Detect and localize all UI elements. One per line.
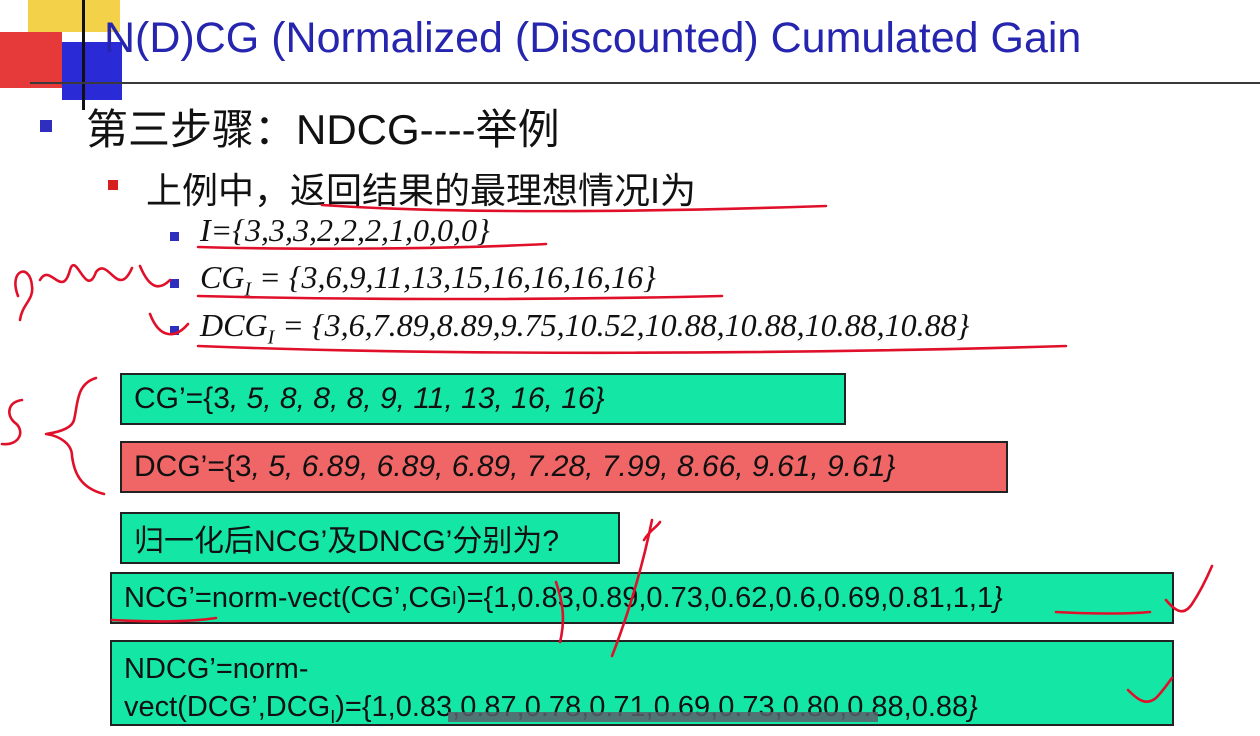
left-brace — [44, 376, 106, 496]
handwriting-scribble — [14, 263, 190, 336]
ideal-vector: I={3,3,3,2,2,2,1,0,0,0} — [200, 212, 490, 248]
title-divider — [30, 82, 1260, 84]
question-text: 归一化后NCG’及DNCG’分别为? — [134, 525, 560, 558]
handwritten-five — [0, 398, 24, 446]
cg-ideal-values: = {3,6,9,11,13,15,16,16,16,16} — [251, 259, 656, 295]
check-slash-2 — [642, 520, 662, 542]
step-heading: 第三步骤：NDCG----举例 — [86, 106, 560, 153]
ncg-brace: } — [993, 581, 1003, 614]
bullet-square-icon — [108, 180, 118, 190]
ncg-box: NCG’=norm-vect(CG’,CG I)={1,0.83,0.89,0.7… — [110, 572, 1174, 624]
cg-prime-tail: , 5, 8, 8, 8, 9, 11, 13, 16, 16} — [229, 382, 605, 415]
dcg-ideal-prefix: DCG — [200, 307, 268, 343]
cg-prime-box: CG’={3, 5, 8, 8, 8, 9, 11, 13, 16, 16} — [120, 373, 846, 425]
slide-title: N(D)CG (Normalized (Discounted) Cumulate… — [104, 14, 1082, 62]
ncg-head: NCG’=norm-vect(CG’,CG — [124, 581, 452, 614]
dcg-prime-box: DCG’={3, 5, 6.89, 6.89, 6.89, 7.28, 7.99… — [120, 441, 1008, 493]
dcg-ideal-values: = {3,6,7.89,8.89,9.75,10.52,10.88,10.88,… — [274, 307, 970, 343]
ndcg-text: NDCG’=norm- vect(DCG’,DCGI)={1,0.83,0.87… — [124, 650, 978, 736]
ndcg-head: vect(DCG’,DCG — [124, 691, 331, 723]
cg-prime-head: CG’={3 — [134, 382, 230, 415]
sub-heading: 上例中，返回结果的最理想情况I为 — [146, 170, 697, 211]
ndcg-line-1: NDCG’=norm- — [124, 653, 309, 685]
ndcg-brace: } — [968, 691, 978, 723]
corner-decoration-line — [82, 0, 85, 110]
ncg-tail: )={1,0.83,0.89,0.73,0.62,0.6,0.69,0.81,1… — [456, 581, 994, 614]
screen-bottom-bar — [448, 712, 878, 722]
bullet-square-icon — [170, 232, 179, 241]
dcg-prime-head: DCG’={3 — [134, 450, 252, 483]
cg-ideal-formula: CGI = {3,6,9,11,13,15,16,16,16,16} — [200, 259, 656, 301]
bullet-square-icon — [170, 326, 179, 335]
dcg-prime-tail: , 5, 6.89, 6.89, 6.89, 7.28, 7.99, 8.66,… — [251, 450, 896, 483]
question-box: 归一化后NCG’及DNCG’分别为? — [120, 512, 620, 564]
cg-ideal-prefix: CG — [200, 259, 245, 295]
corner-decoration-red — [0, 32, 62, 88]
bullet-square-icon — [40, 120, 52, 132]
bullet-square-icon — [170, 279, 179, 288]
dcg-ideal-formula: DCGI = {3,6,7.89,8.89,9.75,10.52,10.88,1… — [200, 307, 969, 349]
